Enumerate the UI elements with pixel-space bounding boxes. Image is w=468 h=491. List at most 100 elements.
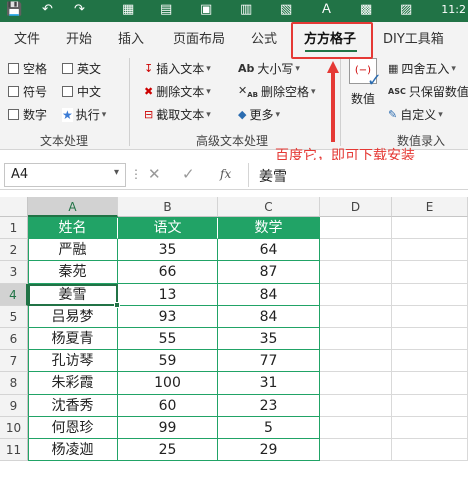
- table-cell[interactable]: [392, 416, 468, 439]
- table-cell[interactable]: [392, 372, 468, 395]
- table-cell[interactable]: 秦苑: [28, 261, 118, 284]
- table-cell[interactable]: 99: [118, 416, 218, 439]
- toolbar-icon[interactable]: ▩: [360, 2, 372, 18]
- row-header[interactable]: 8: [0, 372, 28, 395]
- table-cell[interactable]: [320, 416, 392, 439]
- insert-function-icon[interactable]: fx: [220, 167, 231, 181]
- tab-home[interactable]: 开始: [66, 28, 92, 47]
- toolbar-icon[interactable]: ▥: [240, 2, 252, 18]
- table-cell[interactable]: [392, 439, 468, 462]
- tab-file[interactable]: 文件: [14, 28, 40, 47]
- delete-space-button[interactable]: ✕AB 删除空格 ▾: [238, 83, 316, 100]
- cancel-icon[interactable]: ✕: [148, 165, 161, 183]
- toolbar-icon[interactable]: ▧: [280, 2, 292, 18]
- table-cell[interactable]: 84: [218, 305, 320, 328]
- column-header[interactable]: D: [320, 197, 392, 217]
- row-header[interactable]: 2: [0, 239, 28, 262]
- table-cell[interactable]: [320, 261, 392, 284]
- number-button[interactable]: (−) ✓ 数值: [346, 58, 382, 114]
- table-cell[interactable]: [320, 394, 392, 417]
- table-cell[interactable]: 64: [218, 239, 320, 262]
- toolbar-icon[interactable]: ▣: [200, 2, 212, 18]
- font-icon[interactable]: Ａ: [320, 2, 333, 18]
- table-cell[interactable]: 77: [218, 350, 320, 373]
- tab-diy-toolbox[interactable]: DIY工具箱: [383, 28, 444, 47]
- table-cell[interactable]: [392, 261, 468, 284]
- toolbar-icon[interactable]: ▦: [122, 2, 134, 18]
- tab-formulas[interactable]: 公式: [251, 28, 277, 47]
- row-header[interactable]: 3: [0, 261, 28, 284]
- table-cell[interactable]: [392, 328, 468, 351]
- undo-icon[interactable]: ↶: [42, 2, 53, 18]
- table-cell[interactable]: 25: [118, 439, 218, 462]
- table-cell[interactable]: 35: [218, 328, 320, 351]
- round-button[interactable]: ▦ 四舍五入 ▾: [388, 60, 456, 77]
- table-cell[interactable]: 5: [218, 416, 320, 439]
- table-cell[interactable]: [392, 305, 468, 328]
- table-cell[interactable]: [320, 239, 392, 262]
- table-cell[interactable]: [320, 439, 392, 462]
- table-cell[interactable]: [392, 217, 468, 240]
- keep-number-button[interactable]: ASC 只保留数值: [388, 83, 468, 100]
- row-header[interactable]: 1: [0, 217, 28, 240]
- row-header[interactable]: 10: [0, 416, 28, 439]
- case-button[interactable]: Ab 大小写 ▾: [238, 60, 300, 77]
- table-cell[interactable]: [392, 394, 468, 417]
- table-cell[interactable]: 55: [118, 328, 218, 351]
- execute-button[interactable]: ★ 执行 ▾: [62, 106, 106, 123]
- table-cell[interactable]: 59: [118, 350, 218, 373]
- table-cell[interactable]: 29: [218, 439, 320, 462]
- table-header-cell[interactable]: 姓名: [28, 217, 118, 240]
- extract-text-button[interactable]: ⊟ 截取文本 ▾: [144, 106, 211, 123]
- table-cell[interactable]: 何恩珍: [28, 416, 118, 439]
- column-header[interactable]: A: [28, 197, 118, 217]
- more-options-icon[interactable]: ⋮: [130, 167, 143, 181]
- custom-button[interactable]: ✎ 自定义 ▾: [388, 106, 443, 123]
- checkbox-english[interactable]: 英文: [62, 60, 101, 77]
- row-header[interactable]: 6: [0, 328, 28, 351]
- table-cell[interactable]: [320, 305, 392, 328]
- save-icon[interactable]: 💾: [6, 2, 22, 18]
- row-header[interactable]: 11: [0, 439, 28, 462]
- table-cell[interactable]: 吕易梦: [28, 305, 118, 328]
- select-all-corner[interactable]: [0, 197, 28, 217]
- checkbox-space[interactable]: 空格: [8, 60, 47, 77]
- toolbar-icon[interactable]: ▨: [400, 2, 412, 18]
- table-cell[interactable]: 严融: [28, 239, 118, 262]
- confirm-icon[interactable]: ✓: [182, 165, 195, 183]
- chevron-down-icon[interactable]: ▾: [114, 167, 119, 178]
- table-cell[interactable]: [320, 372, 392, 395]
- table-cell[interactable]: 朱彩霞: [28, 372, 118, 395]
- row-header[interactable]: 9: [0, 394, 28, 417]
- row-header[interactable]: 4: [0, 283, 28, 306]
- table-cell[interactable]: 沈香秀: [28, 394, 118, 417]
- table-cell[interactable]: 84: [218, 283, 320, 306]
- table-cell[interactable]: 杨夏青: [28, 328, 118, 351]
- table-cell[interactable]: 姜雪: [28, 283, 118, 306]
- more-button[interactable]: ◆ 更多 ▾: [238, 106, 280, 123]
- checkbox-number[interactable]: 数字: [8, 106, 47, 123]
- table-cell[interactable]: [320, 328, 392, 351]
- column-header[interactable]: B: [118, 197, 218, 217]
- checkbox-symbol[interactable]: 符号: [8, 83, 47, 100]
- table-cell[interactable]: 35: [118, 239, 218, 262]
- table-cell[interactable]: [392, 283, 468, 306]
- table-cell[interactable]: 60: [118, 394, 218, 417]
- checkbox-chinese[interactable]: 中文: [62, 83, 101, 100]
- table-cell[interactable]: 13: [118, 283, 218, 306]
- formula-input[interactable]: 姜雪: [248, 163, 468, 187]
- fill-handle[interactable]: [114, 301, 120, 308]
- insert-text-button[interactable]: ↧ 插入文本 ▾: [144, 60, 211, 77]
- table-cell[interactable]: 93: [118, 305, 218, 328]
- table-cell[interactable]: 23: [218, 394, 320, 417]
- table-cell[interactable]: [392, 350, 468, 373]
- table-cell[interactable]: 66: [118, 261, 218, 284]
- table-cell[interactable]: [320, 350, 392, 373]
- table-header-cell[interactable]: 数学: [218, 217, 320, 240]
- column-header[interactable]: C: [218, 197, 320, 217]
- tab-insert[interactable]: 插入: [118, 28, 144, 47]
- table-cell[interactable]: 31: [218, 372, 320, 395]
- table-cell[interactable]: [320, 217, 392, 240]
- table-cell[interactable]: 杨凌迦: [28, 439, 118, 462]
- table-cell[interactable]: 100: [118, 372, 218, 395]
